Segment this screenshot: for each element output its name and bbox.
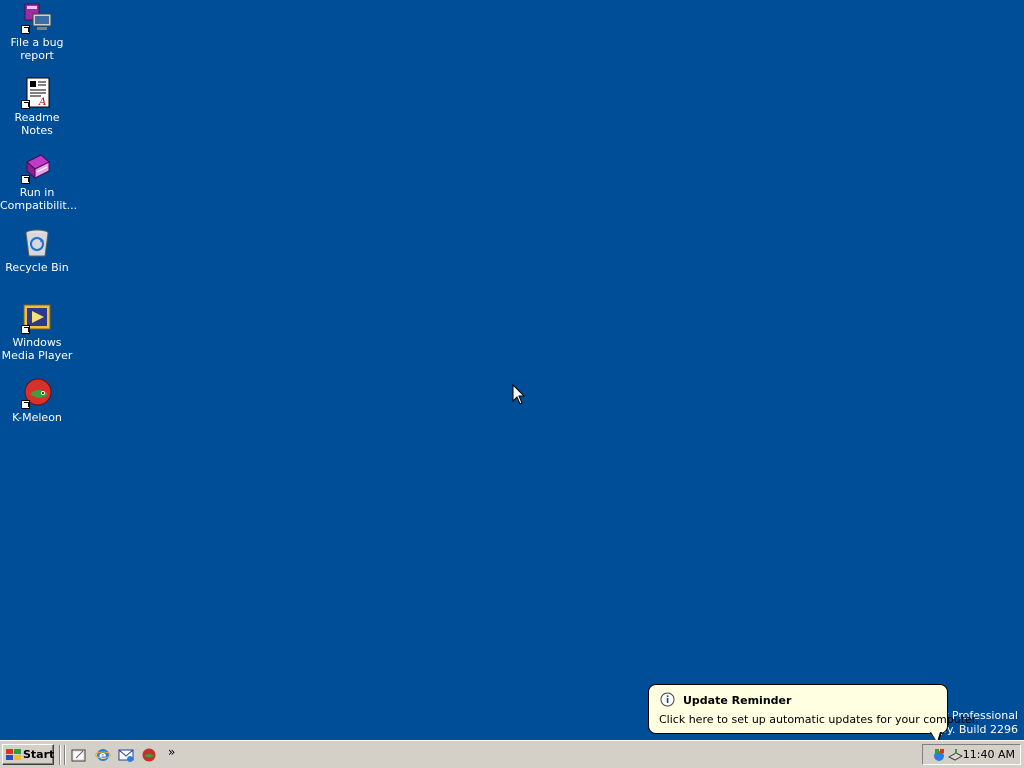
- desktop-icon-label: Run in Compatibilit...: [0, 186, 78, 212]
- desktop-icon-label: Recycle Bin: [5, 261, 69, 274]
- svg-text:e: e: [99, 749, 106, 762]
- system-tray: 11:40 AM: [922, 744, 1021, 765]
- bug-report-icon: [21, 2, 53, 34]
- mouse-cursor-icon: [512, 383, 526, 409]
- desktop: File a bug report A Readme Notes Run in …: [0, 0, 1024, 740]
- windows-flag-icon: [6, 749, 22, 761]
- quick-launch-overflow-button[interactable]: »: [168, 745, 175, 759]
- compatibility-icon: [21, 152, 53, 184]
- start-button[interactable]: Start: [2, 744, 54, 765]
- internet-explorer-icon[interactable]: e: [95, 747, 111, 763]
- taskbar-separator: [64, 745, 66, 765]
- balloon-message[interactable]: Click here to set up automatic updates f…: [659, 713, 979, 726]
- k-meleon-icon[interactable]: [141, 747, 157, 763]
- desktop-icon-windows-media-player[interactable]: Windows Media Player: [0, 302, 74, 362]
- desktop-icon-recycle-bin[interactable]: Recycle Bin: [0, 227, 74, 274]
- taskbar: Start e » 11:40 AM: [0, 740, 1024, 768]
- readme-notes-icon: A: [21, 77, 53, 109]
- desktop-icon-run-in-compatibility[interactable]: Run in Compatibilit...: [0, 152, 78, 212]
- clock[interactable]: 11:40 AM: [963, 748, 1015, 761]
- media-player-icon: [21, 302, 53, 334]
- update-tray-icon[interactable]: [931, 747, 947, 763]
- svg-text:A: A: [38, 97, 46, 108]
- desktop-icon-label: File a bug report: [10, 36, 64, 62]
- desktop-icon-label: Readme Notes: [14, 111, 60, 137]
- balloon-title: Update Reminder: [683, 694, 792, 707]
- show-desktop-icon[interactable]: [71, 747, 87, 763]
- desktop-icon-file-a-bug-report[interactable]: File a bug report: [0, 2, 74, 62]
- taskbar-separator: [59, 745, 61, 765]
- update-reminder-balloon[interactable]: Update Reminder Click here to set up aut…: [648, 684, 979, 734]
- desktop-icon-label: K-Meleon: [12, 411, 62, 424]
- desktop-icon-k-meleon[interactable]: K-Meleon: [0, 377, 74, 424]
- k-meleon-icon: [21, 377, 53, 409]
- desktop-icon-readme-notes[interactable]: A Readme Notes: [0, 77, 74, 137]
- desktop-icon-label: Windows Media Player: [1, 336, 73, 362]
- network-tray-icon[interactable]: [947, 747, 964, 763]
- outlook-express-icon[interactable]: [118, 747, 134, 763]
- start-label: Start: [23, 748, 55, 761]
- info-icon: [660, 692, 675, 707]
- recycle-bin-icon: [21, 227, 53, 259]
